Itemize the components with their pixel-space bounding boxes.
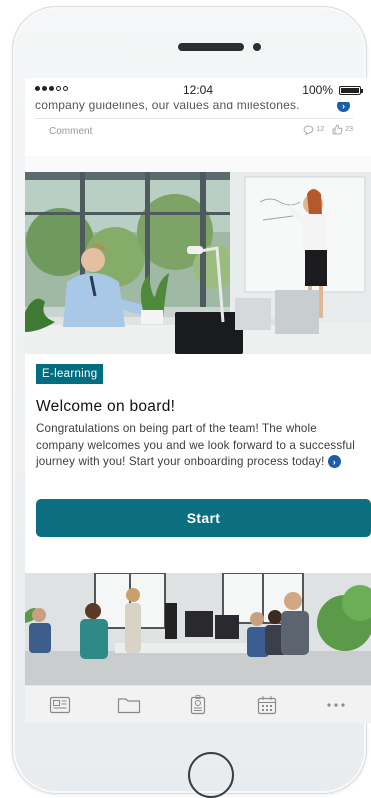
front-camera <box>253 43 261 51</box>
comment-count: 12 <box>316 126 325 133</box>
thumbs-up-icon <box>332 124 343 135</box>
post-body: Congratulations on being part of the tea… <box>36 421 361 471</box>
like-count-button[interactable]: 23 <box>332 124 353 135</box>
nav-item-news[interactable] <box>40 690 80 720</box>
app-screen: company guidelines, our values and miles… <box>25 78 371 723</box>
folder-icon <box>117 697 140 713</box>
calendar-icon <box>258 695 277 714</box>
read-more-icon[interactable]: › <box>327 455 341 469</box>
nav-item-calendar[interactable] <box>247 690 287 720</box>
post-image-office <box>25 172 371 354</box>
post-title: Welcome on board! <box>36 398 176 415</box>
post-body-text: Congratulations on being part of the tea… <box>36 422 356 468</box>
bottom-navigation <box>25 685 371 723</box>
comment-icon <box>304 125 314 135</box>
newspaper-icon <box>49 696 70 713</box>
home-button[interactable] <box>188 752 234 798</box>
nav-item-more[interactable] <box>316 690 356 720</box>
comment-count-button[interactable]: 12 <box>303 125 324 135</box>
badge-icon <box>190 694 206 714</box>
nav-item-badge[interactable] <box>178 690 218 720</box>
comment-link[interactable]: Comment <box>49 126 92 137</box>
battery-icon <box>339 86 363 95</box>
like-count: 23 <box>345 126 353 133</box>
post-separator <box>25 156 371 172</box>
speaker-grille <box>178 43 244 51</box>
post-image-open-office <box>25 573 371 685</box>
more-icon <box>327 702 345 707</box>
start-button[interactable]: Start <box>36 499 371 537</box>
category-tag: E-learning <box>36 364 104 384</box>
previous-post-actions: Comment 12 23 <box>35 118 353 140</box>
nav-item-documents[interactable] <box>109 690 149 720</box>
battery-percentage: 100% <box>302 83 333 97</box>
status-bar: 12:04 100% <box>25 78 371 102</box>
reactions: 12 23 <box>303 124 353 135</box>
